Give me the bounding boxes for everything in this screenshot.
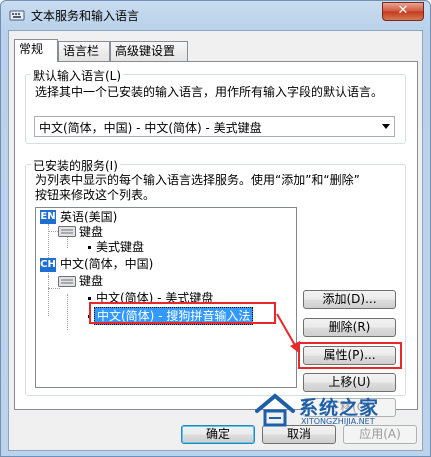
keyboard-icon (58, 226, 76, 237)
tree-item-keyboard-en[interactable]: 键盘 (79, 224, 103, 240)
title-bar[interactable]: 文本服务和输入语言 ✕ (1, 1, 430, 29)
watermark-url: XITONGZHIJIA.NET (301, 417, 375, 426)
tab-language-bar[interactable]: 语言栏 (58, 41, 110, 61)
highlight-box-sogou (89, 302, 276, 324)
tree-connector (67, 294, 68, 330)
en-language-icon: EN (40, 210, 56, 224)
bullet-icon (88, 297, 91, 300)
installed-services-description-2: 按钮来修改这个列表。 (35, 188, 156, 202)
tree-item-english-us[interactable]: 英语(美国) (60, 209, 117, 225)
keyboard-icon (58, 276, 76, 287)
close-icon: ✕ (397, 3, 409, 18)
bullet-icon (88, 246, 91, 249)
arrow-icon (276, 313, 300, 353)
tree-item-keyboard-ch[interactable]: 键盘 (79, 273, 103, 289)
chevron-down-icon[interactable] (382, 124, 390, 129)
default-language-value: 中文(简体，中国) - 中文(简体) - 美式键盘 (39, 121, 262, 135)
services-tree[interactable]: EN 英语(美国) 键盘 美式键盘 CH 中文(简体，中国) 键盘 中文(简体)… (35, 207, 297, 388)
installed-services-group-label: 已安装的服务(I) (31, 157, 120, 174)
installed-services-description-1: 为列表中显示的每个输入语言选择服务。使用“添加”和“删除” (35, 173, 360, 187)
dialog-window: 文本服务和输入语言 ✕ 常规 语言栏 高级键设置 默认输入语言(L) 选择其中一… (0, 0, 431, 457)
dialog-client-area: 常规 语言栏 高级键设置 默认输入语言(L) 选择其中一个已安装的输入语言，用作… (8, 30, 423, 451)
tab-page-general: 默认输入语言(L) 选择其中一个已安装的输入语言，用作所有输入字段的默认语言。 … (14, 61, 418, 417)
remove-button[interactable]: 删除(R) (303, 318, 396, 337)
keyboard-app-icon (9, 10, 25, 21)
tree-item-chinese-simplified[interactable]: 中文(简体，中国) (60, 256, 153, 272)
tree-connector (48, 276, 49, 316)
house-logo-icon (255, 393, 295, 427)
default-language-group-label: 默认输入语言(L) (31, 67, 124, 84)
watermark: 系统之家 XITONGZHIJIA.NET (249, 389, 414, 434)
tree-item-us-keyboard[interactable]: 美式键盘 (96, 239, 144, 255)
ch-language-icon: CH (40, 258, 56, 272)
highlight-box-properties (298, 342, 402, 369)
window-title: 文本服务和输入语言 (31, 9, 140, 23)
default-language-description: 选择其中一个已安装的输入语言，用作所有输入字段的默认语言。 (35, 85, 384, 99)
watermark-title: 系统之家 (299, 397, 380, 419)
add-button[interactable]: 添加(D)... (303, 290, 396, 309)
ok-button[interactable]: 确定 (181, 425, 255, 444)
tab-general[interactable]: 常规 (14, 39, 58, 62)
tab-advanced-key-settings[interactable]: 高级键设置 (110, 41, 188, 61)
default-language-combo[interactable]: 中文(简体，中国) - 中文(简体) - 美式键盘 (34, 116, 395, 137)
tree-connector (48, 288, 60, 289)
tree-connector (67, 236, 68, 248)
close-button[interactable]: ✕ (382, 2, 424, 21)
